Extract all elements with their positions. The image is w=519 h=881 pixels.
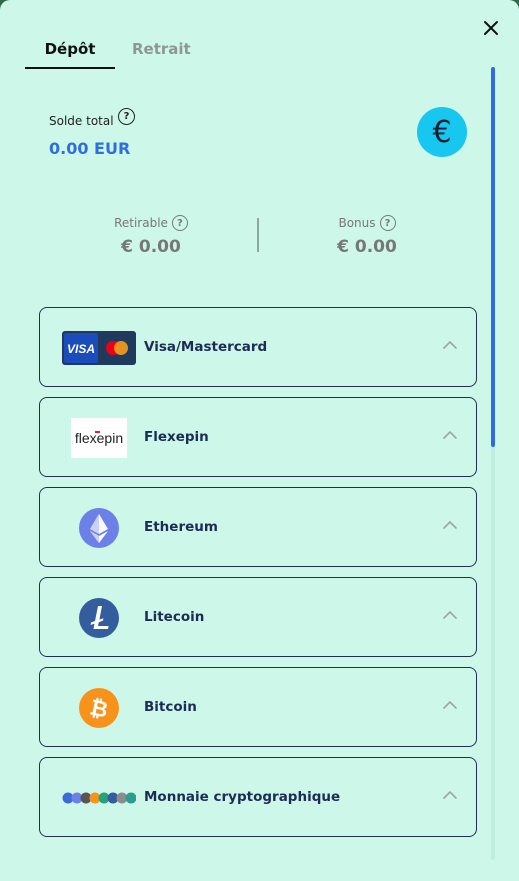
divider (257, 218, 259, 252)
bonus-value: € 0.00 (337, 237, 397, 257)
chevron-up-icon (443, 520, 457, 529)
payment-method-visa-mastercard[interactable]: VISA Visa/Mastercard (39, 307, 477, 387)
tab-withdraw[interactable]: Retrait (132, 37, 191, 67)
deposit-modal: Dépôt Retrait Solde total ? 0.00 EUR € R… (0, 0, 519, 881)
payment-method-name: Litecoin (144, 609, 205, 625)
total-balance-value: 0.00 EUR (49, 139, 131, 158)
payment-method-name: Flexepin (144, 429, 209, 445)
payment-method-name: Ethereum (144, 519, 218, 535)
help-icon[interactable]: ? (171, 215, 188, 231)
chevron-up-icon (443, 340, 457, 349)
visa-wordmark: VISA (67, 342, 95, 356)
payment-method-name: Monnaie cryptographique (144, 789, 341, 805)
payment-method-bitcoin[interactable]: ₿ Bitcoin (39, 667, 477, 747)
payment-method-litecoin[interactable]: Litecoin (39, 577, 477, 657)
chevron-up-icon (443, 610, 457, 619)
withdrawable-label: Retirable (114, 216, 168, 230)
tab-deposit[interactable]: Dépôt (25, 37, 115, 69)
help-icon[interactable]: ? (118, 108, 135, 125)
bonus-label: Bonus (338, 216, 376, 230)
withdrawable-value: € 0.00 (121, 237, 181, 257)
bitcoin-icon: ₿ (62, 688, 136, 728)
litecoin-icon (62, 598, 136, 638)
ethereum-icon (62, 508, 136, 548)
chevron-up-icon (443, 790, 457, 799)
payment-method-crypto[interactable]: Monnaie cryptographique (39, 757, 477, 837)
euro-currency-icon: € (417, 107, 467, 157)
payment-method-name: Visa/Mastercard (144, 339, 268, 355)
payment-method-ethereum[interactable]: Ethereum (39, 487, 477, 567)
visa-mastercard-logo: VISA (62, 329, 136, 367)
total-balance-label: Solde total (49, 114, 114, 128)
withdrawable-balance: Retirable ? € 0.00 (81, 212, 221, 257)
close-button[interactable] (478, 15, 504, 41)
payment-methods-list: VISA Visa/Mastercard flexepin Flexepin E… (39, 307, 477, 847)
chevron-up-icon (443, 700, 457, 709)
payment-method-flexepin[interactable]: flexepin Flexepin (39, 397, 477, 477)
close-icon (484, 21, 498, 35)
flexepin-logo: flexepin (62, 418, 136, 458)
scrollbar-thumb[interactable] (491, 67, 495, 447)
crypto-coins-icon (62, 779, 136, 817)
payment-method-name: Bitcoin (144, 699, 197, 715)
bonus-balance: Bonus ? € 0.00 (297, 212, 437, 257)
help-icon[interactable]: ? (379, 215, 396, 231)
chevron-up-icon (443, 430, 457, 439)
